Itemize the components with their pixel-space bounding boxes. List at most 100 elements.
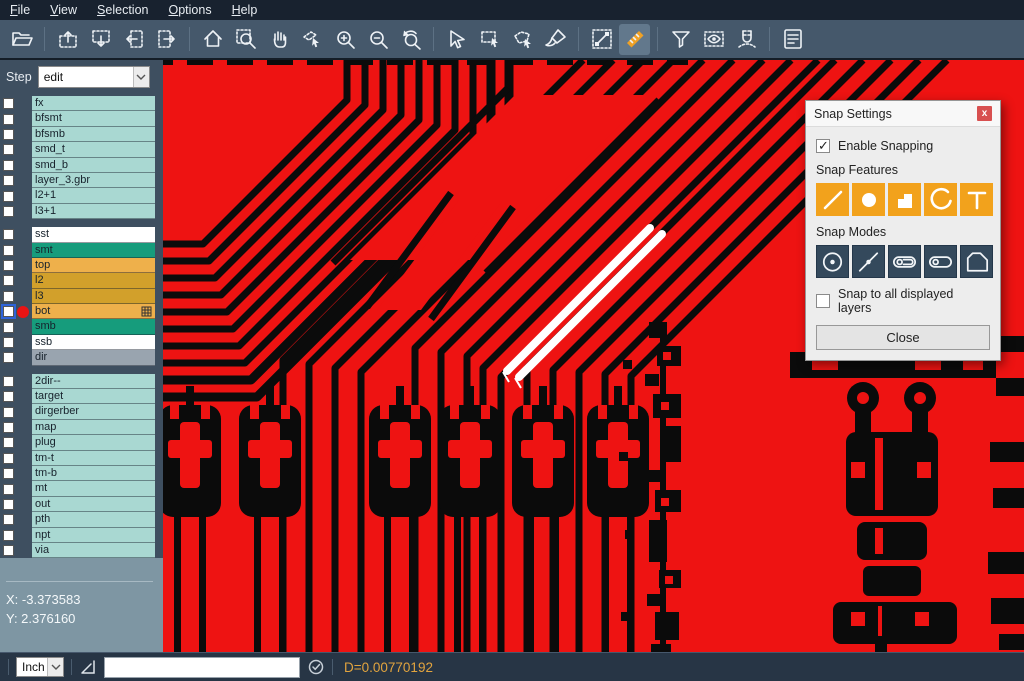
- layer-row-layer_3.gbr[interactable]: layer_3.gbr: [0, 173, 163, 188]
- command-input[interactable]: [104, 657, 300, 678]
- layer-visibility-checkbox[interactable]: [3, 545, 14, 556]
- layer-visibility-checkbox[interactable]: [3, 499, 14, 510]
- nudge-right-button[interactable]: [151, 24, 182, 55]
- layer-row-l3[interactable]: l3: [0, 289, 163, 304]
- dialog-titlebar[interactable]: Snap Settings x: [806, 101, 1000, 127]
- enable-snapping-checkbox[interactable]: [816, 139, 830, 153]
- snap-mode-closest-point-button[interactable]: [852, 245, 885, 278]
- layer-visibility-checkbox[interactable]: [3, 144, 14, 155]
- layer-row-2dir--[interactable]: 2dir--: [0, 374, 163, 389]
- report-button[interactable]: [777, 24, 808, 55]
- layer-row-smt[interactable]: smt: [0, 243, 163, 258]
- all-layers-checkbox[interactable]: [816, 294, 830, 308]
- layer-row-l2+1[interactable]: l2+1: [0, 188, 163, 203]
- snap-mode-center-button[interactable]: [816, 245, 849, 278]
- layer-row-fx[interactable]: fx: [0, 96, 163, 111]
- layer-visibility-checkbox[interactable]: [3, 160, 14, 171]
- measure-ruler-button[interactable]: [619, 24, 650, 55]
- snap-feature-surface-button[interactable]: [888, 183, 921, 216]
- layer-visibility-checkbox[interactable]: [3, 98, 14, 109]
- nudge-down-button[interactable]: [85, 24, 116, 55]
- select-button[interactable]: [441, 24, 472, 55]
- layer-row-bfsmt[interactable]: bfsmt: [0, 111, 163, 126]
- layer-row-dirgerber[interactable]: dirgerber: [0, 404, 163, 419]
- zoom-out-button[interactable]: [362, 24, 393, 55]
- layer-row-tm-t[interactable]: tm-t: [0, 451, 163, 466]
- filter-button[interactable]: [665, 24, 696, 55]
- snap-mode-feature-and-hole-button[interactable]: [888, 245, 921, 278]
- layer-visibility-checkbox[interactable]: [3, 437, 14, 448]
- zoom-previous-button[interactable]: [395, 24, 426, 55]
- layer-visibility-checkbox[interactable]: [3, 322, 14, 333]
- layer-row-bot[interactable]: bot: [0, 304, 163, 319]
- layer-visibility-checkbox[interactable]: [3, 291, 14, 302]
- layer-row-tm-b[interactable]: tm-b: [0, 466, 163, 481]
- layer-row-smb[interactable]: smb: [0, 319, 163, 334]
- layer-visibility-checkbox[interactable]: [3, 453, 14, 464]
- layer-visibility-checkbox[interactable]: [3, 175, 14, 186]
- layer-visibility-checkbox[interactable]: [3, 376, 14, 387]
- snap-feature-text-button[interactable]: [960, 183, 993, 216]
- snap-magnet-button[interactable]: [731, 24, 762, 55]
- layer-visibility-checkbox[interactable]: [3, 275, 14, 286]
- unit-select[interactable]: Inch: [16, 657, 64, 677]
- layer-row-via[interactable]: via: [0, 543, 163, 558]
- layer-visibility-checkbox[interactable]: [3, 468, 14, 479]
- layer-row-mt[interactable]: mt: [0, 481, 163, 496]
- move-vertex-button[interactable]: [296, 24, 327, 55]
- layer-row-npt[interactable]: npt: [0, 528, 163, 543]
- display-options-button[interactable]: [698, 24, 729, 55]
- step-select[interactable]: edit: [38, 66, 150, 88]
- angle-measure-icon[interactable]: [79, 658, 97, 676]
- layer-visibility-checkbox[interactable]: [3, 260, 14, 271]
- layer-visibility-checkbox[interactable]: [3, 229, 14, 240]
- open-button[interactable]: [6, 24, 37, 55]
- layer-row-pth[interactable]: pth: [0, 512, 163, 527]
- nudge-left-button[interactable]: [118, 24, 149, 55]
- grid-icon[interactable]: [141, 306, 152, 317]
- menu-item-options[interactable]: Options: [158, 1, 221, 19]
- layer-visibility-checkbox[interactable]: [3, 337, 14, 348]
- snap-feature-pad-button[interactable]: [852, 183, 885, 216]
- menu-item-file[interactable]: File: [0, 1, 40, 19]
- snap-feature-line-button[interactable]: [816, 183, 849, 216]
- measure-line-button[interactable]: [586, 24, 617, 55]
- nudge-up-button[interactable]: [52, 24, 83, 55]
- layer-row-target[interactable]: target: [0, 389, 163, 404]
- layer-visibility-checkbox[interactable]: [3, 407, 14, 418]
- layer-visibility-checkbox[interactable]: [3, 245, 14, 256]
- layer-row-bfsmb[interactable]: bfsmb: [0, 127, 163, 142]
- layer-visibility-checkbox[interactable]: [3, 206, 14, 217]
- brush-button[interactable]: [540, 24, 571, 55]
- layer-row-l3+1[interactable]: l3+1: [0, 204, 163, 219]
- snap-feature-arc-button[interactable]: [924, 183, 957, 216]
- layer-row-smd_b[interactable]: smd_b: [0, 158, 163, 173]
- layer-row-sst[interactable]: sst: [0, 227, 163, 242]
- layer-visibility-checkbox[interactable]: [3, 114, 14, 125]
- select-rectangle-button[interactable]: [474, 24, 505, 55]
- layer-visibility-checkbox[interactable]: [3, 191, 14, 202]
- layer-visibility-checkbox[interactable]: [3, 422, 14, 433]
- select-polygon-button[interactable]: [507, 24, 538, 55]
- pan-button[interactable]: [263, 24, 294, 55]
- layer-visibility-checkbox[interactable]: [3, 530, 14, 541]
- layer-row-ssb[interactable]: ssb: [0, 335, 163, 350]
- layer-visibility-checkbox[interactable]: [3, 129, 14, 140]
- dialog-close-button[interactable]: Close: [816, 325, 990, 350]
- home-view-button[interactable]: [197, 24, 228, 55]
- layer-row-plug[interactable]: plug: [0, 435, 163, 450]
- menu-item-help[interactable]: Help: [222, 1, 268, 19]
- menu-item-view[interactable]: View: [40, 1, 87, 19]
- layer-row-map[interactable]: map: [0, 420, 163, 435]
- apply-refresh-icon[interactable]: [307, 658, 325, 676]
- layer-visibility-checkbox[interactable]: [3, 306, 14, 317]
- layer-row-top[interactable]: top: [0, 258, 163, 273]
- layer-visibility-checkbox[interactable]: [3, 391, 14, 402]
- layer-visibility-checkbox[interactable]: [3, 514, 14, 525]
- zoom-in-button[interactable]: [329, 24, 360, 55]
- close-icon[interactable]: x: [977, 106, 992, 121]
- layer-visibility-checkbox[interactable]: [3, 352, 14, 363]
- layer-row-smd_t[interactable]: smd_t: [0, 142, 163, 157]
- menu-item-selection[interactable]: Selection: [87, 1, 158, 19]
- layer-row-dir[interactable]: dir: [0, 350, 163, 365]
